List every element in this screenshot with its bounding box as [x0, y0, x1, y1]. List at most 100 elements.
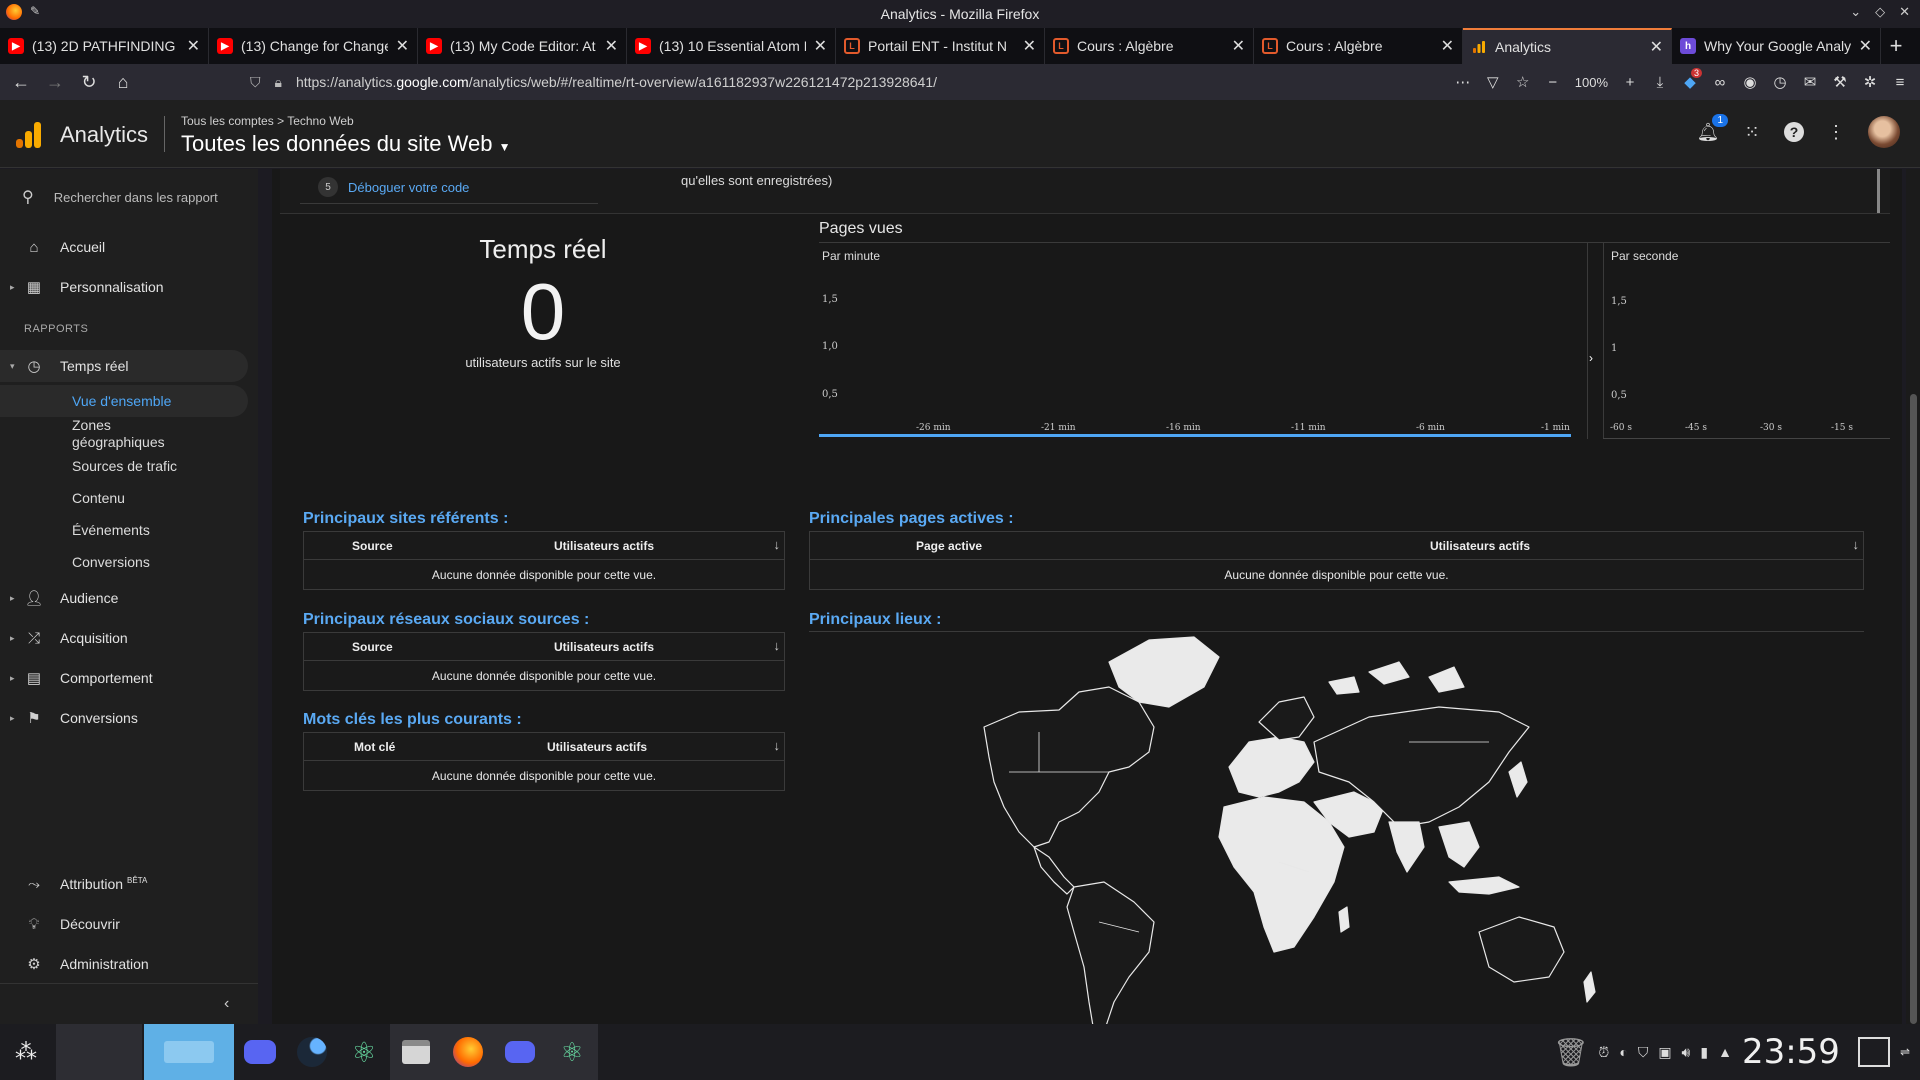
browser-tab[interactable]: h Why Your Google Analy ✕: [1672, 28, 1881, 64]
browser-tab[interactable]: L Portail ENT - Institut N ✕: [836, 28, 1045, 64]
column-active-users[interactable]: Utilisateurs actifs: [1430, 539, 1530, 553]
sidebar-item-home[interactable]: ⌂ Accueil: [0, 229, 258, 265]
show-desktop-icon[interactable]: [1857, 1037, 1890, 1067]
settings-icon[interactable]: ✲: [1856, 68, 1884, 96]
browser-tab[interactable]: ▶ (13) Change for Change ✕: [209, 28, 418, 64]
browser-tab[interactable]: L Cours : Algèbre ✕: [1254, 28, 1463, 64]
lock-icon[interactable]: 🔒︎: [275, 74, 282, 91]
column-active-users[interactable]: Utilisateurs actifs: [554, 640, 654, 654]
atom-icon[interactable]: ⚛: [338, 1024, 390, 1080]
tools-icon[interactable]: ⚒: [1826, 68, 1854, 96]
page-scrollbar[interactable]: [1906, 169, 1920, 1024]
close-tab-icon[interactable]: ✕: [1650, 37, 1663, 57]
battery-icon[interactable]: ▮: [1700, 1044, 1708, 1061]
bookmark-star-icon[interactable]: ☆: [1509, 68, 1537, 96]
sidebar-item-admin[interactable]: ⚙ Administration: [0, 946, 258, 982]
alarm-icon[interactable]: ⏰︎: [1598, 1044, 1609, 1061]
firefox-taskbar-icon[interactable]: [442, 1024, 494, 1080]
mail-icon[interactable]: ✉: [1796, 68, 1824, 96]
address-bar[interactable]: ⛉ 🔒︎ https://analytics.google.com/analyt…: [250, 68, 1390, 96]
more-actions-icon[interactable]: ⋯: [1449, 68, 1477, 96]
sidebar-sub-events[interactable]: Événements: [72, 522, 150, 539]
download-icon[interactable]: ⤓: [1646, 68, 1674, 96]
sidebar-sub-traffic-sources[interactable]: Sources de trafic: [72, 458, 177, 475]
browser-tab[interactable]: ▶ (13) 2D PATHFINDING - ✕: [0, 28, 209, 64]
sidebar-item-discover[interactable]: 💡︎ Découvrir: [0, 906, 258, 942]
collapse-sidebar-icon[interactable]: ‹: [224, 995, 229, 1013]
analytics-logo-icon[interactable]: [14, 120, 42, 148]
view-selector[interactable]: Toutes les données du site Web ▼: [181, 131, 510, 157]
breadcrumb-property[interactable]: Techno Web: [287, 114, 354, 128]
sidebar-item-customization[interactable]: ▸ ▦ Personnalisation: [0, 269, 258, 305]
sidebar-item-attribution[interactable]: ⤳ Attribution BÊTA: [0, 866, 258, 902]
breadcrumb-root[interactable]: Tous les comptes: [181, 114, 274, 128]
sidebar-item-conversions[interactable]: ▸ ⚑ Conversions: [0, 700, 258, 736]
shield-icon[interactable]: ⛉: [250, 74, 261, 91]
home-icon[interactable]: ⌂: [106, 64, 140, 100]
column-active-users[interactable]: Utilisateurs actifs: [547, 740, 647, 754]
sort-arrow-icon[interactable]: ↓: [1853, 537, 1860, 552]
forward-icon[interactable]: →: [38, 64, 72, 100]
close-tab-icon[interactable]: ✕: [1441, 36, 1454, 56]
close-window-icon[interactable]: ✕: [1899, 4, 1910, 20]
sidebar-item-acquisition[interactable]: ▸ ⤮ Acquisition: [0, 620, 258, 656]
close-tab-icon[interactable]: ✕: [396, 36, 409, 56]
workspace-1[interactable]: [56, 1024, 142, 1080]
files-icon[interactable]: [390, 1024, 442, 1080]
extension-icon[interactable]: ◆ 3: [1676, 68, 1704, 96]
sidebar-item-audience[interactable]: ▸ 👤︎ Audience: [0, 580, 258, 616]
volume-icon[interactable]: 🔊︎: [1682, 1044, 1691, 1061]
close-tab-icon[interactable]: ✕: [187, 36, 200, 56]
clock[interactable]: 23:59: [1742, 1032, 1840, 1072]
browser-tab[interactable]: ▶ (13) My Code Editor: At ✕: [418, 28, 627, 64]
sidebar-sub-conversions[interactable]: Conversions: [72, 554, 150, 571]
more-vert-icon[interactable]: ⋮: [1824, 120, 1848, 144]
column-source[interactable]: Source: [352, 539, 393, 553]
browser-tab[interactable]: ▶ (13) 10 Essential Atom P ✕: [627, 28, 836, 64]
mask-icon[interactable]: ◉: [1736, 68, 1764, 96]
pin-icon[interactable]: ✎: [30, 4, 40, 20]
column-keyword[interactable]: Mot clé: [354, 740, 395, 754]
sidebar-sub-locations[interactable]: Zones géographiques: [72, 417, 202, 451]
sort-arrow-icon[interactable]: ↓: [774, 738, 781, 753]
zoom-level[interactable]: 100%: [1569, 75, 1614, 90]
tray-expand-icon[interactable]: ▲: [1718, 1044, 1732, 1060]
sidebar-sub-overview[interactable]: Vue d'ensemble: [72, 393, 171, 410]
close-tab-icon[interactable]: ✕: [605, 36, 618, 56]
back-icon[interactable]: ←: [4, 64, 38, 100]
sort-arrow-icon[interactable]: ↓: [774, 638, 781, 653]
workspace-2[interactable]: [144, 1024, 234, 1080]
breadcrumb[interactable]: Tous les comptes > Techno Web: [181, 114, 354, 128]
debug-code-link[interactable]: Déboguer votre code: [348, 180, 469, 195]
report-search[interactable]: ⚲ Rechercher dans les rapport: [22, 187, 218, 207]
close-tab-icon[interactable]: ✕: [1859, 36, 1872, 56]
maximize-icon[interactable]: ◇: [1875, 4, 1885, 20]
browser-tab-active[interactable]: Analytics ✕: [1463, 28, 1672, 64]
column-active-users[interactable]: Utilisateurs actifs: [554, 539, 654, 553]
zoom-out-icon[interactable]: −: [1539, 68, 1567, 96]
network-icon[interactable]: ▣: [1658, 1044, 1671, 1061]
card-scrollbar[interactable]: [1872, 169, 1880, 213]
column-source[interactable]: Source: [352, 640, 393, 654]
reload-icon[interactable]: ↻: [72, 64, 106, 100]
minimize-icon[interactable]: ⌄: [1850, 4, 1861, 20]
glasses-icon[interactable]: ∞: [1706, 68, 1734, 96]
scrollbar-thumb[interactable]: [1910, 394, 1917, 1024]
discord-taskbar-icon[interactable]: [494, 1024, 546, 1080]
notifications-icon[interactable]: 🔔︎ 1: [1696, 114, 1728, 144]
world-map[interactable]: [809, 631, 1864, 1024]
discord-icon[interactable]: [234, 1024, 286, 1080]
product-title[interactable]: Analytics: [60, 122, 148, 148]
pocket-icon[interactable]: ▽: [1479, 68, 1507, 96]
close-tab-icon[interactable]: ✕: [814, 36, 827, 56]
close-tab-icon[interactable]: ✕: [1232, 36, 1245, 56]
app-launcher-icon[interactable]: ⁂: [0, 1024, 52, 1080]
atom-taskbar-icon[interactable]: ⚛: [546, 1024, 598, 1080]
new-tab-icon[interactable]: +: [1881, 28, 1911, 64]
column-active-page[interactable]: Page active: [916, 539, 982, 553]
apps-grid-icon[interactable]: ⁙: [1740, 120, 1764, 144]
sidebar-sub-content[interactable]: Contenu: [72, 490, 125, 507]
discord-tray-icon[interactable]: ◐: [1619, 1044, 1627, 1060]
sidebar-item-behavior[interactable]: ▸ ▤ Comportement: [0, 660, 258, 696]
close-tab-icon[interactable]: ✕: [1023, 36, 1036, 56]
